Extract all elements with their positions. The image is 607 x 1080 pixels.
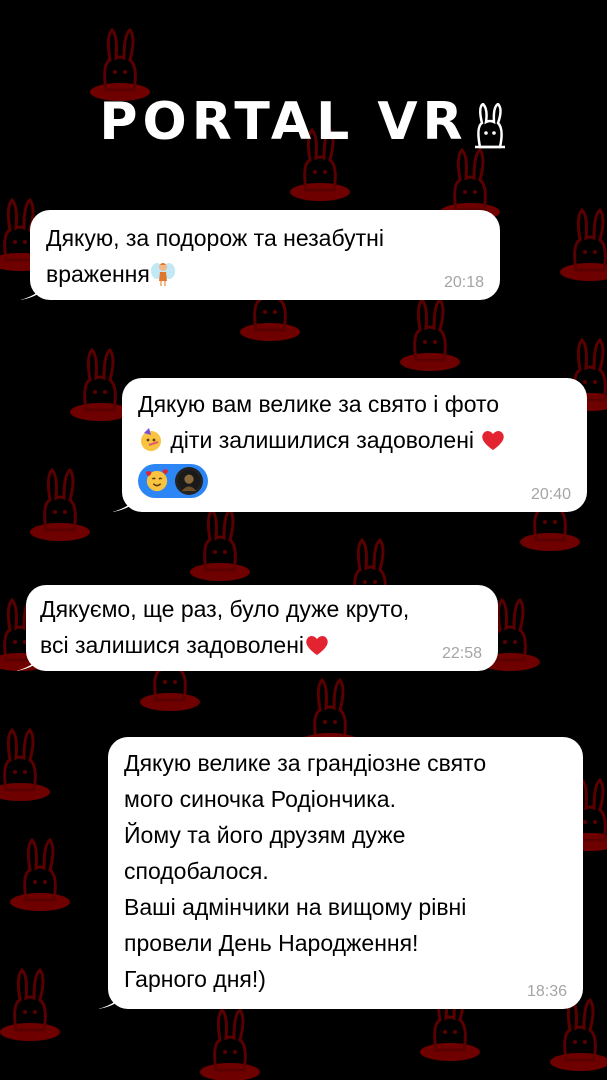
bubble-tail bbox=[16, 653, 40, 671]
brand-header: PORTAL VR bbox=[0, 92, 607, 152]
bubble-tail bbox=[20, 282, 44, 300]
bunny-logo-icon bbox=[474, 103, 505, 149]
message-text: Дякую, за подорож та незабутні враження bbox=[46, 225, 384, 287]
message-bubble-outgoing[interactable]: Дякую вам велике за свято і фото діти за… bbox=[112, 378, 587, 512]
party-face-icon bbox=[141, 428, 161, 451]
brand-name: PORTAL VR bbox=[99, 92, 468, 152]
message-bubble-incoming[interactable]: Дякую, за подорож та незабутні враження … bbox=[20, 210, 500, 300]
message-time: 20:40 bbox=[530, 486, 571, 503]
red-heart-icon bbox=[482, 431, 505, 450]
message-time: 18:36 bbox=[526, 983, 567, 1000]
message-text: Дякуємо, ще раз, було дуже круто, всі за… bbox=[40, 596, 410, 658]
fairy-icon bbox=[150, 263, 175, 286]
bubble-tail bbox=[98, 991, 122, 1009]
message-time: 22:58 bbox=[441, 645, 482, 662]
smiling-face-with-hearts-icon bbox=[143, 467, 171, 495]
message-bubble-incoming[interactable]: Дякуємо, ще раз, було дуже круто, всі за… bbox=[16, 585, 498, 671]
red-heart-icon bbox=[306, 636, 328, 655]
message-text: Дякую велике за грандіозне свято мого си… bbox=[124, 750, 487, 992]
message-text: Дякую вам велике за свято і фото діти за… bbox=[138, 386, 571, 458]
bubble-tail bbox=[112, 494, 136, 512]
reactions-pill[interactable] bbox=[138, 464, 208, 498]
message-time: 20:18 bbox=[443, 274, 484, 291]
user-avatar bbox=[175, 467, 203, 495]
message-bubble-outgoing[interactable]: Дякую велике за грандіозне свято мого си… bbox=[98, 737, 583, 1009]
